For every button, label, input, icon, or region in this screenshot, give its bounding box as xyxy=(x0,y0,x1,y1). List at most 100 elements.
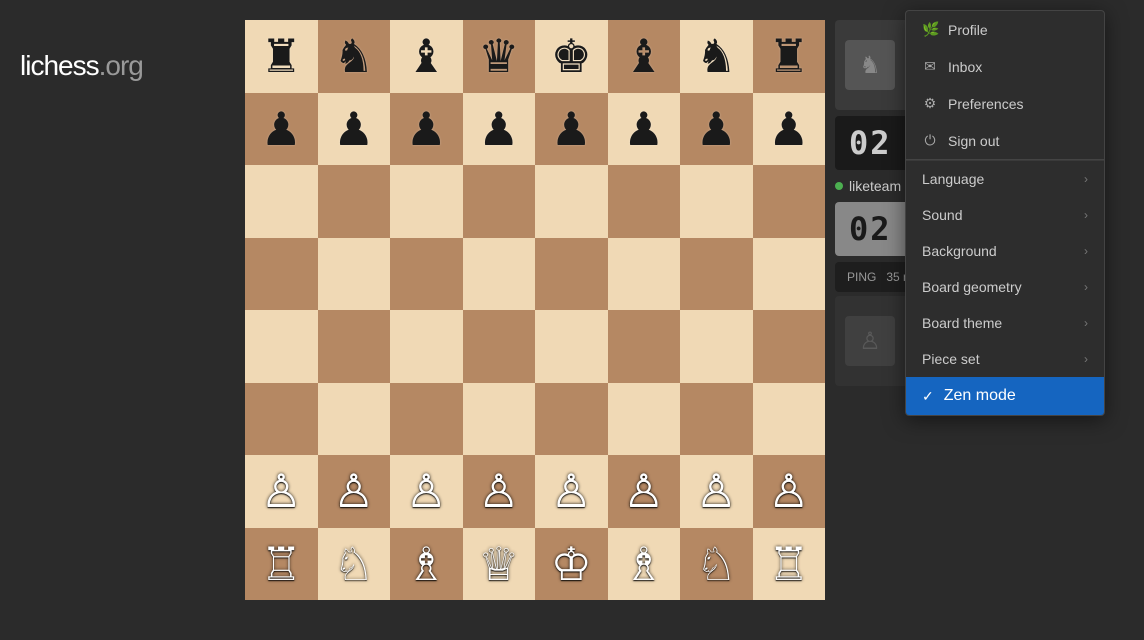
menu-item-board-theme[interactable]: Board theme › xyxy=(906,305,1104,341)
square-1-4[interactable]: ♟ xyxy=(535,93,608,166)
square-5-3[interactable] xyxy=(463,383,536,456)
square-0-3[interactable]: ♛ xyxy=(463,20,536,93)
square-4-3[interactable] xyxy=(463,310,536,383)
square-0-2[interactable]: ♝ xyxy=(390,20,463,93)
piece: ♙ xyxy=(696,468,737,514)
menu-item-signout[interactable]: ⏻ Sign out xyxy=(906,122,1104,159)
square-0-1[interactable]: ♞ xyxy=(318,20,391,93)
piece: ♕ xyxy=(478,541,519,587)
square-1-6[interactable]: ♟ xyxy=(680,93,753,166)
square-5-5[interactable] xyxy=(608,383,681,456)
menu-top-section: 🌿 Profile ✉ Inbox ⚙ Preferences ⏻ Sign o… xyxy=(906,11,1104,160)
square-3-6[interactable] xyxy=(680,238,753,311)
board-geometry-label: Board geometry xyxy=(922,279,1022,295)
piece: ♞ xyxy=(696,33,737,79)
square-6-4[interactable]: ♙ xyxy=(535,455,608,528)
square-5-7[interactable] xyxy=(753,383,826,456)
menu-zen-section: ✓ Zen mode xyxy=(906,377,1104,415)
piece: ♖ xyxy=(261,541,302,587)
square-5-2[interactable] xyxy=(390,383,463,456)
menu-item-background[interactable]: Background › xyxy=(906,233,1104,269)
square-4-1[interactable] xyxy=(318,310,391,383)
piece: ♙ xyxy=(261,468,302,514)
square-1-3[interactable]: ♟ xyxy=(463,93,536,166)
chess-board[interactable]: ♜♞♝♛♚♝♞♜♟♟♟♟♟♟♟♟♙♙♙♙♙♙♙♙♖♘♗♕♔♗♘♖ xyxy=(245,20,825,600)
preferences-icon: ⚙ xyxy=(922,95,938,112)
square-6-2[interactable]: ♙ xyxy=(390,455,463,528)
square-2-3[interactable] xyxy=(463,165,536,238)
signout-label: Sign out xyxy=(948,133,999,149)
square-7-1[interactable]: ♘ xyxy=(318,528,391,601)
square-4-6[interactable] xyxy=(680,310,753,383)
piece: ♙ xyxy=(478,468,519,514)
square-2-5[interactable] xyxy=(608,165,681,238)
menu-item-piece-set[interactable]: Piece set › xyxy=(906,341,1104,377)
square-3-7[interactable] xyxy=(753,238,826,311)
square-7-2[interactable]: ♗ xyxy=(390,528,463,601)
square-7-3[interactable]: ♕ xyxy=(463,528,536,601)
square-4-0[interactable] xyxy=(245,310,318,383)
square-5-4[interactable] xyxy=(535,383,608,456)
menu-item-board-geometry[interactable]: Board geometry › xyxy=(906,269,1104,305)
menu-item-language[interactable]: Language › xyxy=(906,161,1104,197)
square-1-0[interactable]: ♟ xyxy=(245,93,318,166)
profile-label: Profile xyxy=(948,22,988,38)
piece: ♟ xyxy=(623,106,664,152)
square-5-6[interactable] xyxy=(680,383,753,456)
square-1-7[interactable]: ♟ xyxy=(753,93,826,166)
square-1-2[interactable]: ♟ xyxy=(390,93,463,166)
square-0-7[interactable]: ♜ xyxy=(753,20,826,93)
menu-item-inbox[interactable]: ✉ Inbox xyxy=(906,48,1104,85)
square-6-7[interactable]: ♙ xyxy=(753,455,826,528)
signout-icon: ⏻ xyxy=(922,132,938,149)
square-7-4[interactable]: ♔ xyxy=(535,528,608,601)
square-6-3[interactable]: ♙ xyxy=(463,455,536,528)
square-2-4[interactable] xyxy=(535,165,608,238)
zen-mode-label: Zen mode xyxy=(944,387,1016,405)
square-1-1[interactable]: ♟ xyxy=(318,93,391,166)
square-3-5[interactable] xyxy=(608,238,681,311)
logo-text: lichess xyxy=(20,50,99,81)
square-3-4[interactable] xyxy=(535,238,608,311)
square-3-0[interactable] xyxy=(245,238,318,311)
square-3-3[interactable] xyxy=(463,238,536,311)
piece-set-chevron-icon: › xyxy=(1084,352,1088,366)
square-4-2[interactable] xyxy=(390,310,463,383)
piece: ♟ xyxy=(768,106,809,152)
square-7-5[interactable]: ♗ xyxy=(608,528,681,601)
square-0-6[interactable]: ♞ xyxy=(680,20,753,93)
square-4-5[interactable] xyxy=(608,310,681,383)
sound-chevron-icon: › xyxy=(1084,208,1088,222)
square-0-0[interactable]: ♜ xyxy=(245,20,318,93)
square-2-0[interactable] xyxy=(245,165,318,238)
square-2-7[interactable] xyxy=(753,165,826,238)
square-2-1[interactable] xyxy=(318,165,391,238)
square-5-0[interactable] xyxy=(245,383,318,456)
square-7-7[interactable]: ♖ xyxy=(753,528,826,601)
square-2-2[interactable] xyxy=(390,165,463,238)
square-6-5[interactable]: ♙ xyxy=(608,455,681,528)
menu-item-sound[interactable]: Sound › xyxy=(906,197,1104,233)
piece: ♟ xyxy=(406,106,447,152)
square-3-1[interactable] xyxy=(318,238,391,311)
square-3-2[interactable] xyxy=(390,238,463,311)
square-6-6[interactable]: ♙ xyxy=(680,455,753,528)
menu-item-profile[interactable]: 🌿 Profile xyxy=(906,11,1104,48)
opponent-avatar: ♞ xyxy=(845,40,895,90)
square-0-4[interactable]: ♚ xyxy=(535,20,608,93)
square-6-1[interactable]: ♙ xyxy=(318,455,391,528)
square-0-5[interactable]: ♝ xyxy=(608,20,681,93)
logo-tld: .org xyxy=(99,50,143,81)
square-4-4[interactable] xyxy=(535,310,608,383)
menu-item-zen-mode[interactable]: ✓ Zen mode xyxy=(906,377,1104,415)
dropdown-menu: 🌿 Profile ✉ Inbox ⚙ Preferences ⏻ Sign o… xyxy=(905,10,1105,416)
square-2-6[interactable] xyxy=(680,165,753,238)
menu-item-preferences[interactable]: ⚙ Preferences xyxy=(906,85,1104,122)
square-7-0[interactable]: ♖ xyxy=(245,528,318,601)
piece: ♟ xyxy=(333,106,374,152)
square-5-1[interactable] xyxy=(318,383,391,456)
square-4-7[interactable] xyxy=(753,310,826,383)
square-6-0[interactable]: ♙ xyxy=(245,455,318,528)
square-7-6[interactable]: ♘ xyxy=(680,528,753,601)
square-1-5[interactable]: ♟ xyxy=(608,93,681,166)
